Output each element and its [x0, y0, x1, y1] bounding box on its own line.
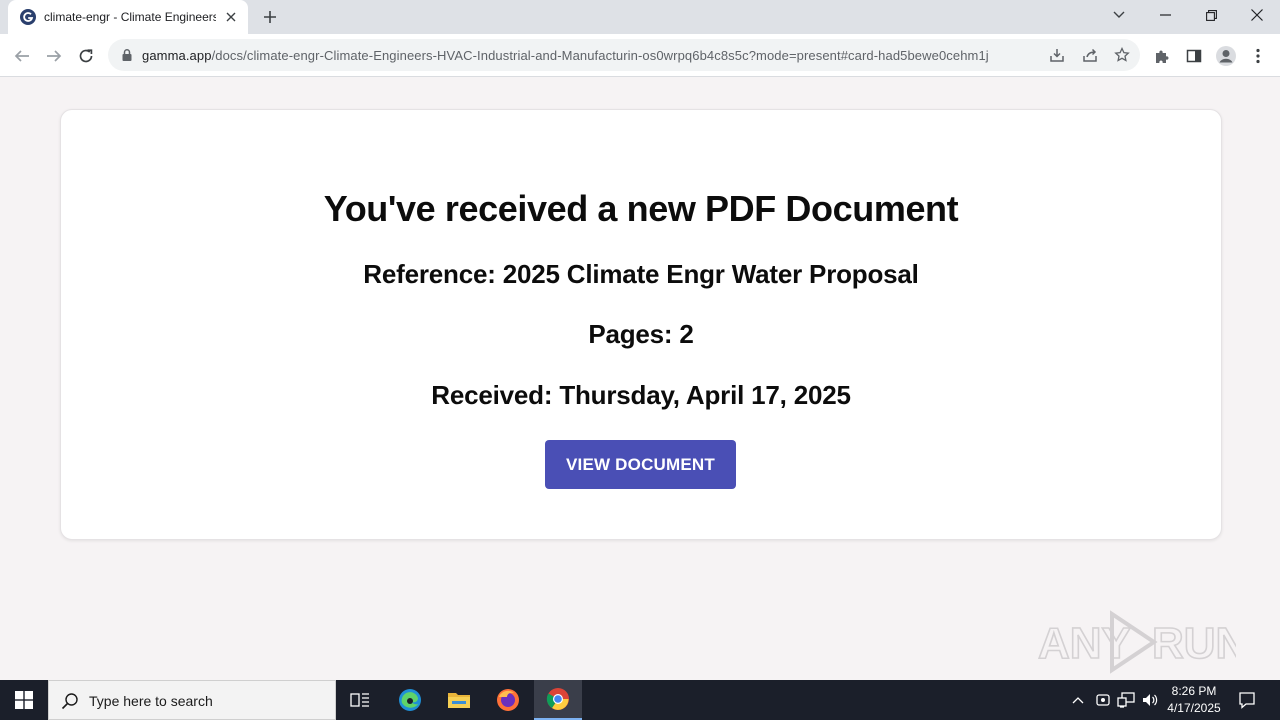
chrome-icon[interactable] — [534, 680, 582, 720]
forward-arrow-icon[interactable] — [41, 43, 67, 69]
tab-strip: climate-engr - Climate Engineers — [0, 0, 1280, 34]
clock-time: 8:26 PM — [1171, 684, 1217, 698]
chrome-menu-icon[interactable] — [1246, 44, 1270, 68]
document-reference: Reference: 2025 Climate Engr Water Propo… — [363, 259, 919, 289]
new-tab-icon[interactable] — [258, 6, 282, 28]
minimize-icon[interactable] — [1142, 0, 1188, 30]
document-notice-card: You've received a new PDF Document Refer… — [60, 109, 1222, 540]
volume-icon[interactable] — [1140, 690, 1160, 710]
show-hidden-icons-chevron-icon[interactable] — [1068, 690, 1088, 710]
extensions-puzzle-icon[interactable] — [1150, 44, 1174, 68]
address-bar[interactable]: gamma.app/docs/climate-engr-Climate-Engi… — [108, 39, 1140, 71]
windows-taskbar: Type here to search 8:26 PM 4/17/2025 — [0, 680, 1280, 720]
taskbar-search-box[interactable]: Type here to search — [48, 680, 336, 720]
profile-avatar-icon[interactable] — [1214, 44, 1238, 68]
url-host: gamma.app — [142, 48, 212, 63]
svg-text:RUN: RUN — [1152, 619, 1236, 668]
meet-now-icon[interactable] — [1093, 690, 1113, 710]
side-panel-icon[interactable] — [1182, 44, 1206, 68]
search-placeholder: Type here to search — [89, 693, 213, 709]
network-icon[interactable] — [1116, 690, 1136, 710]
reload-icon[interactable] — [73, 43, 99, 69]
taskbar-clock[interactable]: 8:26 PM 4/17/2025 — [1160, 683, 1228, 717]
tab-close-icon[interactable] — [222, 8, 240, 26]
browser-toolbar: gamma.app/docs/climate-engr-Climate-Engi… — [0, 34, 1280, 77]
lock-icon[interactable] — [120, 48, 134, 62]
view-document-button[interactable]: VIEW DOCUMENT — [545, 440, 736, 489]
back-arrow-icon[interactable] — [9, 43, 35, 69]
search-icon — [61, 693, 78, 710]
svg-text:ANY: ANY — [1038, 619, 1131, 668]
notifications-icon[interactable] — [1237, 690, 1257, 710]
close-window-icon[interactable] — [1234, 0, 1280, 30]
anyrun-watermark-logo: ANY RUN — [1037, 610, 1236, 674]
share-icon[interactable] — [1080, 45, 1100, 65]
install-app-icon[interactable] — [1047, 45, 1067, 65]
url-text[interactable]: gamma.app/docs/climate-engr-Climate-Engi… — [142, 48, 1048, 63]
tab-title: climate-engr - Climate Engineers — [44, 10, 216, 24]
url-path: /docs/climate-engr-Climate-Engineers-HVA… — [211, 48, 989, 63]
document-page-count: Pages: 2 — [588, 319, 694, 349]
firefox-icon[interactable] — [484, 680, 532, 720]
tab-search-chevron-icon[interactable] — [1096, 0, 1142, 30]
edge-icon[interactable] — [386, 680, 434, 720]
restore-icon[interactable] — [1188, 0, 1234, 30]
task-view-icon[interactable] — [336, 680, 384, 720]
browser-tab[interactable]: climate-engr - Climate Engineers — [8, 0, 248, 34]
document-received-date: Received: Thursday, April 17, 2025 — [431, 380, 851, 410]
gamma-favicon-icon — [20, 9, 36, 25]
clock-date: 4/17/2025 — [1167, 701, 1221, 715]
windows-start-icon[interactable] — [0, 680, 48, 720]
bookmark-star-icon[interactable] — [1112, 45, 1132, 65]
page-title: You've received a new PDF Document — [323, 188, 959, 229]
file-explorer-icon[interactable] — [435, 680, 483, 720]
